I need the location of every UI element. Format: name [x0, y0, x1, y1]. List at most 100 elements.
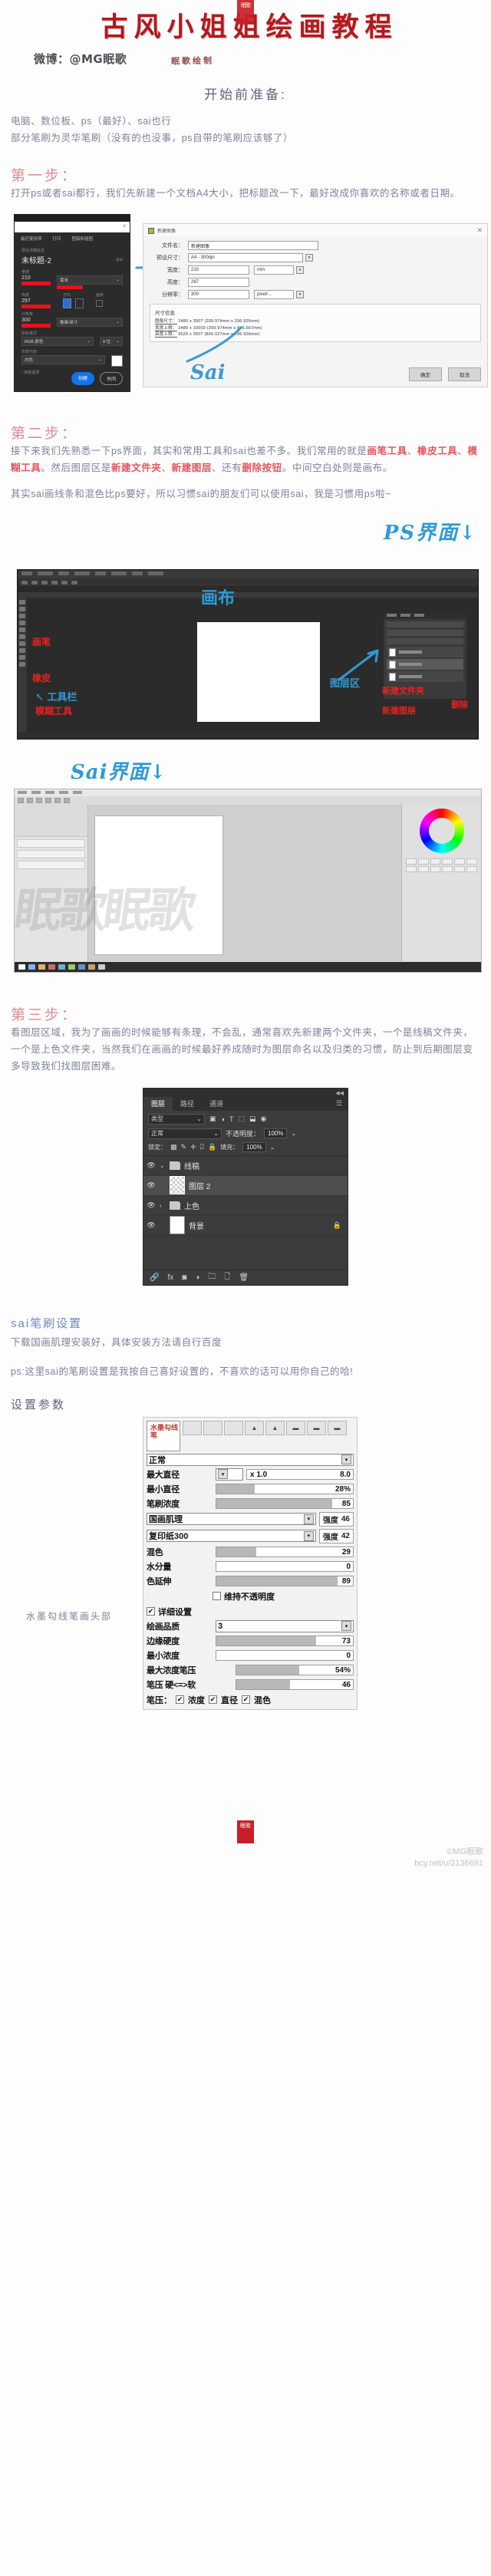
- brush-cell[interactable]: [454, 866, 466, 872]
- menu-item[interactable]: [18, 791, 27, 794]
- blending-slider[interactable]: 29: [216, 1546, 354, 1557]
- resolution-unit-select[interactable]: 像素/英寸 ⌄: [57, 318, 123, 328]
- quality-row[interactable]: 绘画品质 3 ▾: [147, 1619, 354, 1632]
- texture-strength[interactable]: 强度 46: [318, 1511, 354, 1527]
- detail-settings-checkbox[interactable]: ✔: [147, 1607, 155, 1616]
- artboard-checkbox[interactable]: [96, 300, 103, 308]
- chevron-down-icon[interactable]: ▾: [296, 291, 304, 299]
- filter-row[interactable]: [387, 621, 463, 628]
- menu-item[interactable]: [59, 791, 68, 794]
- brush-cell[interactable]: [454, 858, 466, 865]
- persistence-slider[interactable]: 89: [216, 1575, 354, 1586]
- brush-cell[interactable]: [406, 866, 417, 872]
- brush-cell[interactable]: [406, 858, 417, 865]
- chevron-down-icon[interactable]: ⌄: [160, 1162, 166, 1169]
- background-color-swatch[interactable]: [111, 355, 123, 367]
- paths-tab[interactable]: [414, 614, 424, 617]
- persistence-row[interactable]: 色延伸 89: [147, 1575, 354, 1587]
- close-icon[interactable]: ✕: [476, 226, 483, 235]
- chevron-down-icon[interactable]: ▾: [341, 1454, 351, 1465]
- height-value[interactable]: 297: [21, 298, 51, 304]
- blend-row[interactable]: [387, 630, 463, 636]
- chevron-down-icon[interactable]: ▾: [305, 254, 313, 262]
- min-diameter-slider[interactable]: 28%: [216, 1483, 354, 1494]
- document-name-field[interactable]: 未标题-2 毫米: [21, 254, 123, 265]
- menu-item[interactable]: [132, 572, 143, 575]
- all-lock-icon[interactable]: 🔒: [208, 1143, 216, 1151]
- pressure-hardsoft-slider[interactable]: 46: [236, 1678, 354, 1690]
- keep-opacity-checkbox[interactable]: [213, 1592, 221, 1601]
- adjustment-filter-icon[interactable]: ◑: [221, 1115, 225, 1123]
- tab-layers[interactable]: 图层: [143, 1096, 173, 1111]
- brush-cell[interactable]: [430, 866, 441, 872]
- fill-value[interactable]: 100%: [242, 1141, 266, 1152]
- unit-select[interactable]: mm: [254, 265, 294, 275]
- sai-layer-row[interactable]: [17, 861, 85, 869]
- brush-density-row[interactable]: 笔刷浓度 85: [147, 1497, 354, 1510]
- link-icon[interactable]: 🔗: [150, 1273, 159, 1282]
- dilution-slider[interactable]: 0: [216, 1560, 354, 1572]
- texture-row[interactable]: 国画肌理 ▾ 强度 46: [147, 1511, 354, 1527]
- width-value[interactable]: 210: [21, 275, 51, 281]
- option-control[interactable]: [61, 580, 68, 585]
- shape-cell[interactable]: [183, 1420, 202, 1435]
- smart-object-filter-icon[interactable]: ⬓: [249, 1115, 256, 1123]
- sai-tool-bar[interactable]: [15, 796, 481, 805]
- blend-row[interactable]: 正常 ⌄ 不透明度： 100% ⌄: [143, 1128, 348, 1141]
- create-button[interactable]: 创建: [71, 372, 94, 386]
- taskbar-icon[interactable]: [88, 964, 95, 970]
- adjustment-icon[interactable]: ◑: [195, 1273, 199, 1282]
- tab-art[interactable]: 图稿和插图: [72, 236, 94, 242]
- panel-collapse-bar[interactable]: ◀◀: [143, 1088, 348, 1097]
- sai-taskbar[interactable]: [15, 962, 481, 972]
- blend-mode-row[interactable]: 正常 ▾: [147, 1453, 354, 1466]
- lock-row[interactable]: [387, 638, 463, 644]
- paper-row[interactable]: 复印纸300 ▾ 强度 42: [147, 1528, 354, 1543]
- options-bar[interactable]: [18, 578, 478, 586]
- tool-icon[interactable]: [27, 798, 33, 803]
- tool-icon[interactable]: [45, 798, 51, 803]
- marquee-tool-icon[interactable]: [19, 607, 25, 611]
- shape-cell[interactable]: [203, 1420, 222, 1435]
- layer-row[interactable]: [387, 671, 463, 682]
- ok-button[interactable]: 确定: [409, 367, 442, 382]
- brush-cell[interactable]: [417, 858, 429, 865]
- quality-select[interactable]: 3 ▾: [216, 1619, 354, 1632]
- zoom-tool-icon[interactable]: [19, 655, 25, 660]
- lock-row[interactable]: 锁定： ▩ ✎ ✛ ⍁ 🔒 填充： 100% ⌄: [143, 1141, 348, 1155]
- blending-row[interactable]: 混色 29: [147, 1546, 354, 1558]
- edge-hardness-row[interactable]: 边缘硬度 73: [147, 1635, 354, 1647]
- preset-size-select[interactable]: A4 - 300dpi: [188, 253, 303, 263]
- mask-icon[interactable]: ◙: [182, 1273, 186, 1282]
- menu-item[interactable]: [38, 572, 53, 575]
- taskbar-icon[interactable]: [18, 964, 25, 970]
- paper-select[interactable]: 复印纸300 ▾: [147, 1530, 316, 1543]
- sai-layer-row[interactable]: [17, 850, 85, 858]
- brush-cell[interactable]: [442, 858, 453, 865]
- layer-row[interactable]: [387, 647, 463, 657]
- visibility-eye-icon[interactable]: 👁: [147, 1181, 156, 1190]
- document-tab-bar[interactable]: [18, 586, 478, 592]
- new-folder-icon[interactable]: 🗀: [208, 1271, 216, 1284]
- panel-menu-icon[interactable]: ☰: [336, 1099, 348, 1108]
- chevron-down-icon[interactable]: ▾: [218, 1469, 228, 1480]
- max-diameter-slider[interactable]: x 1.0 8.0: [246, 1468, 354, 1480]
- dialog-search-bar[interactable]: ✕: [15, 222, 130, 233]
- sai-layers-column[interactable]: [15, 805, 88, 961]
- brush-tool-icon[interactable]: [19, 621, 25, 625]
- menu-item[interactable]: [73, 791, 82, 794]
- chevron-down-icon[interactable]: ▾: [303, 1530, 314, 1541]
- taskbar-icon[interactable]: [98, 964, 105, 970]
- layer-group-color[interactable]: 👁 › 上色: [143, 1196, 348, 1216]
- brush-density-slider[interactable]: 85: [216, 1497, 354, 1509]
- move-tool-icon[interactable]: [19, 600, 25, 604]
- fx-icon[interactable]: fx: [167, 1273, 173, 1282]
- resolution-input[interactable]: 300: [188, 290, 249, 300]
- menu-item[interactable]: [45, 791, 54, 794]
- width-unit-select[interactable]: 毫米 ⌄: [57, 275, 123, 285]
- chevron-right-icon[interactable]: ›: [160, 1202, 166, 1209]
- width-input[interactable]: 210: [188, 265, 249, 275]
- tool-icon[interactable]: [18, 798, 24, 803]
- shape-cell[interactable]: ▬: [307, 1420, 326, 1435]
- taskbar-icon[interactable]: [68, 964, 75, 970]
